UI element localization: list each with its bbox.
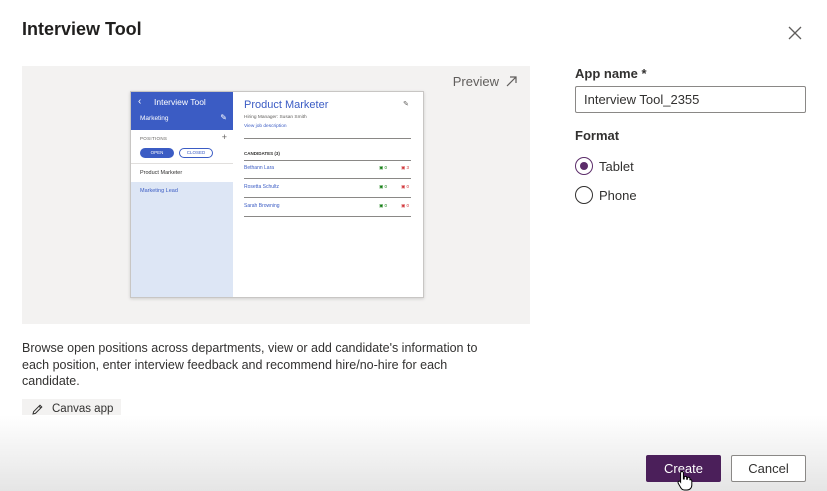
- pencil-icon: ✎: [220, 113, 227, 122]
- mock-candidate-name: Bethann Lara: [244, 165, 275, 171]
- mock-divider: [244, 138, 411, 139]
- radio-checked-icon[interactable]: [575, 157, 593, 175]
- back-icon: ‹: [138, 96, 142, 107]
- app-name-input[interactable]: [575, 86, 806, 113]
- mock-thumbs-up-count: ▣ 0: [378, 184, 387, 189]
- mock-thumbs-up-count: ▣ 0: [378, 203, 387, 208]
- open-external-icon: [506, 76, 517, 87]
- mock-hiring-manager: Hiring Manager: Susan Smith: [244, 115, 307, 120]
- mock-detail-pane: Product Marketer ✎ Hiring Manager: Susan…: [233, 92, 423, 297]
- mock-position-item: Marketing Lead: [140, 188, 178, 194]
- mock-department: Marketing: [140, 115, 169, 122]
- mock-positions-filter: POSITIONS + OPEN CLOSED: [131, 130, 233, 164]
- mock-candidates-label: CANDIDATES (3): [244, 151, 280, 156]
- mock-candidate-name: Rosetta Schultz: [244, 184, 280, 190]
- preview-link-label: Preview: [452, 74, 499, 89]
- mock-app-title: Interview Tool: [154, 97, 206, 107]
- app-preview-thumbnail: ‹ Interview Tool Marketing ✎ POSITIONS +…: [130, 91, 424, 298]
- format-label: Format: [575, 128, 620, 143]
- format-option-tablet[interactable]: Tablet: [575, 157, 634, 175]
- mock-open-pill: OPEN: [140, 148, 174, 158]
- mock-sidebar: ‹ Interview Tool Marketing ✎ POSITIONS +…: [131, 92, 233, 297]
- template-preview: Preview ‹ Interview Tool Marketing ✎ POS…: [22, 66, 530, 324]
- mock-candidate-row: Bethann Lara ▣ 0 ▣ 3: [244, 161, 411, 179]
- mock-positions-label: POSITIONS: [140, 136, 168, 141]
- mock-closed-pill: CLOSED: [179, 148, 213, 158]
- app-type-label: Canvas app: [52, 403, 114, 415]
- mock-candidate-row: Rosetta Schultz ▣ 0 ▣ 0: [244, 180, 411, 198]
- create-button[interactable]: Create: [646, 455, 721, 482]
- pencil-icon: ✎: [403, 101, 409, 108]
- format-option-label: Tablet: [599, 158, 634, 174]
- mock-header: ‹ Interview Tool Marketing ✎: [131, 92, 233, 130]
- template-description: Browse open positions across departments…: [22, 341, 478, 388]
- mock-candidate-row: Sarah Browning ▣ 0 ▣ 0: [244, 199, 411, 217]
- preview-link[interactable]: Preview: [453, 74, 518, 89]
- plus-icon: +: [221, 132, 227, 142]
- mock-candidate-name: Sarah Browning: [244, 203, 280, 209]
- mock-position-item: Product Marketer: [131, 164, 233, 182]
- mock-thumbs-up-count: ▣ 0: [378, 165, 387, 170]
- mock-view-job-link: View job description: [244, 124, 287, 129]
- mock-position-title: Product Marketer: [244, 99, 329, 111]
- mock-thumbs-down-count: ▣ 0: [400, 203, 409, 208]
- format-option-phone[interactable]: Phone: [575, 186, 637, 204]
- format-option-label: Phone: [599, 187, 637, 203]
- mock-thumbs-down-count: ▣ 0: [400, 184, 409, 189]
- cancel-button[interactable]: Cancel: [731, 455, 806, 482]
- radio-unchecked-icon[interactable]: [575, 186, 593, 204]
- close-icon[interactable]: [786, 24, 804, 42]
- create-app-dialog: Interview Tool Preview ‹ Interview Tool …: [0, 0, 827, 491]
- mock-thumbs-down-count: ▣ 3: [400, 165, 409, 170]
- dialog-title: Interview Tool: [22, 19, 142, 39]
- app-name-label: App name *: [575, 66, 647, 81]
